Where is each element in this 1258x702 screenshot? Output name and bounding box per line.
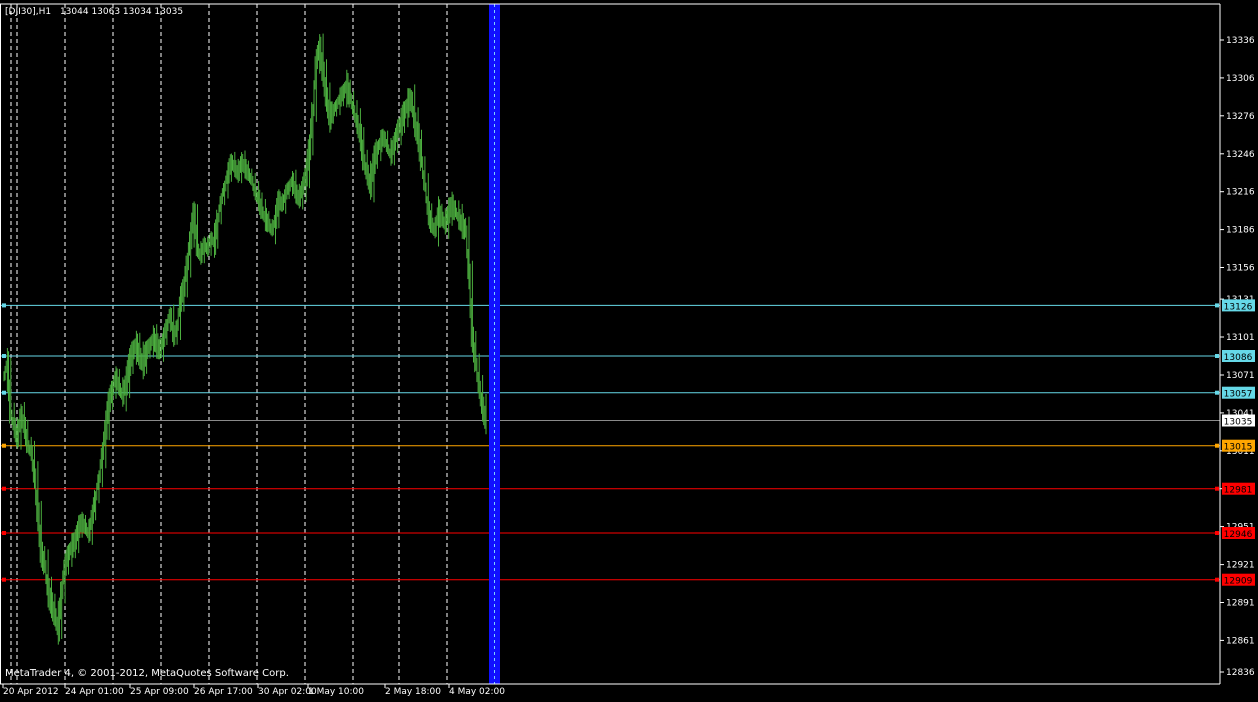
y-tick-label: 12921 (1226, 561, 1255, 571)
x-tick-label: 26 Apr 17:00 (194, 687, 253, 697)
level-price-label: 13126 (1224, 302, 1253, 312)
y-tick-label: 13306 (1226, 74, 1255, 84)
y-tick-label: 13336 (1226, 36, 1255, 46)
x-tick-label: 4 May 02:00 (449, 687, 505, 697)
x-tick-label: 20 Apr 2012 (3, 687, 59, 697)
plot-background (0, 0, 1258, 698)
level-anchor-left[interactable] (2, 443, 6, 448)
y-tick-label: 12836 (1226, 668, 1255, 678)
price-chart[interactable]: 1333613306132761324613216131861315613131… (0, 0, 1258, 698)
y-tick-label: 13276 (1226, 112, 1255, 122)
y-tick-label: 13216 (1226, 188, 1255, 198)
y-tick-label: 13246 (1226, 150, 1255, 160)
current-price-label: 13035 (1224, 418, 1253, 428)
level-price-label: 13086 (1224, 353, 1253, 363)
level-anchor-right[interactable] (1215, 390, 1219, 395)
level-anchor-right[interactable] (1215, 443, 1219, 448)
level-anchor-left[interactable] (2, 531, 6, 535)
level-anchor-right[interactable] (1215, 577, 1219, 582)
y-tick-label: 13101 (1226, 333, 1255, 343)
level-anchor-left[interactable] (2, 303, 6, 308)
level-anchor-right[interactable] (1215, 303, 1219, 308)
level-price-label: 12981 (1224, 486, 1253, 496)
y-tick-label: 12861 (1226, 636, 1255, 646)
y-tick-label: 13156 (1226, 264, 1255, 274)
copyright-notice: MetaTrader 4, © 2001-2012, MetaQuotes So… (5, 668, 289, 679)
level-price-label: 12909 (1224, 577, 1253, 587)
x-tick-label: 24 Apr 01:00 (65, 687, 124, 697)
symbol-header: [DJI30],H1 13044 13063 13034 13035 (5, 7, 183, 17)
level-anchor-left[interactable] (2, 354, 6, 358)
ohlc-values: 13044 13063 13034 13035 (60, 7, 183, 17)
level-anchor-right[interactable] (1215, 531, 1219, 535)
level-anchor-left[interactable] (2, 577, 6, 582)
level-anchor-left[interactable] (2, 390, 6, 395)
y-tick-label: 13071 (1226, 371, 1255, 381)
level-price-label: 13015 (1224, 443, 1253, 453)
y-tick-label: 13186 (1226, 226, 1255, 236)
x-tick-label: 25 Apr 09:00 (130, 687, 189, 697)
chart-window[interactable]: 1333613306132761324613216131861315613131… (0, 0, 1258, 698)
y-tick-label: 12891 (1226, 599, 1255, 609)
symbol-label: [DJI30],H1 (5, 7, 51, 17)
x-tick-label: 1 May 10:00 (308, 687, 364, 697)
level-anchor-right[interactable] (1215, 486, 1219, 491)
level-price-label: 13057 (1224, 390, 1253, 400)
x-tick-label: 2 May 18:00 (385, 687, 441, 697)
level-price-label: 12946 (1224, 530, 1253, 540)
level-anchor-right[interactable] (1215, 354, 1219, 358)
level-anchor-left[interactable] (2, 486, 6, 491)
